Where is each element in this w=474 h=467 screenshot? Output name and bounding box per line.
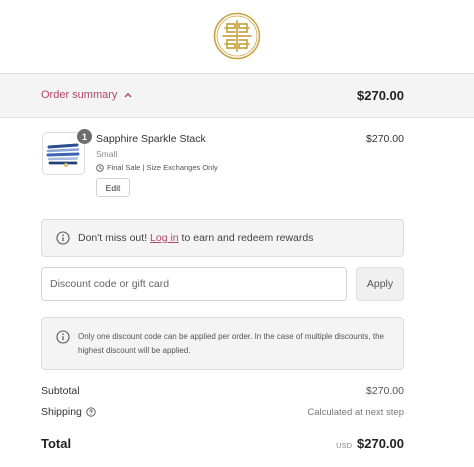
order-summary-bar: Order summary $270.00 — [0, 73, 474, 118]
quantity-badge: 1 — [77, 129, 92, 144]
rewards-text-before: Don't miss out! — [78, 232, 151, 244]
log-in-link[interactable]: Log in — [150, 232, 179, 244]
shipping-label-group: Shipping — [41, 406, 96, 418]
order-summary-toggle[interactable]: Order summary — [41, 89, 132, 101]
discount-code-input[interactable] — [41, 267, 347, 301]
product-price: $270.00 — [366, 133, 404, 145]
apply-button[interactable]: Apply — [356, 267, 404, 301]
subtotal-row: Subtotal $270.00 — [41, 385, 404, 397]
order-summary-label: Order summary — [41, 89, 118, 101]
rewards-banner: Don't miss out! Log in to earn and redee… — [41, 219, 404, 257]
total-amount-group: USD $270.00 — [336, 436, 404, 451]
clock-icon — [96, 163, 104, 172]
edit-button[interactable]: Edit — [96, 178, 130, 197]
chevron-up-icon — [124, 92, 132, 98]
shipping-value: Calculated at next step — [307, 406, 404, 418]
rewards-text: Don't miss out! Log in to earn and redee… — [78, 232, 313, 244]
shipping-label: Shipping — [41, 406, 82, 418]
question-circle-icon[interactable] — [86, 407, 96, 417]
subtotal-label: Subtotal — [41, 385, 80, 397]
total-row: Total USD $270.00 — [41, 436, 404, 451]
info-icon — [56, 330, 70, 344]
discount-note-text: Only one discount code can be applied pe… — [78, 332, 384, 355]
product-note: Final Sale | Size Exchanges Only — [96, 163, 218, 172]
monogram-logo[interactable] — [213, 12, 261, 60]
rewards-text-after: to earn and redeem rewards — [178, 232, 314, 244]
total-label: Total — [41, 436, 72, 451]
line-item: 1 Sapphire Sparkle Stack Small Final Sal… — [41, 129, 404, 201]
total-amount: $270.00 — [357, 436, 404, 451]
summary-total: $270.00 — [357, 88, 404, 103]
logo-header — [0, 0, 474, 72]
currency-code: USD — [336, 441, 352, 450]
product-note-text: Final Sale | Size Exchanges Only — [107, 163, 218, 172]
subtotal-value: $270.00 — [366, 385, 404, 397]
shipping-row: Shipping Calculated at next step — [41, 406, 404, 418]
discount-note: Only one discount code can be applied pe… — [41, 317, 404, 370]
product-thumbnail: 1 — [42, 129, 92, 175]
product-variant: Small — [96, 149, 118, 159]
product-name: Sapphire Sparkle Stack — [96, 133, 206, 145]
info-icon — [56, 231, 70, 245]
